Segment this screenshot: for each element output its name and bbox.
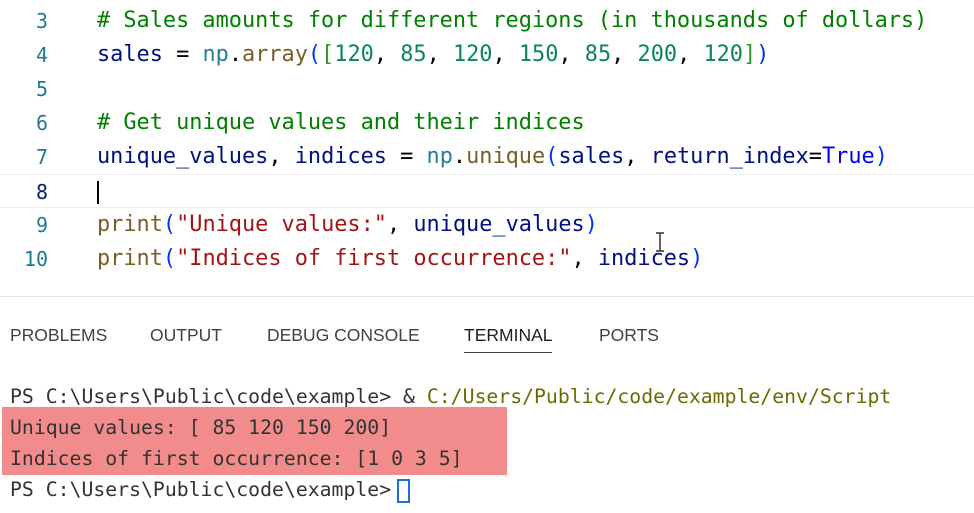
terminal-prompt: PS C:\Users\Public\code\example>: [10, 478, 392, 501]
tab-debug-console[interactable]: DEBUG CONSOLE: [267, 325, 420, 346]
line-number: 5: [35, 77, 48, 101]
code-line[interactable]: 3 # Sales amounts for different regions …: [0, 4, 974, 38]
code-text[interactable]: # Sales amounts for different regions (i…: [97, 4, 927, 38]
code-line[interactable]: 6 # Get unique values and their indices: [0, 106, 974, 140]
mouse-ibeam-icon: [656, 232, 664, 252]
tab-terminal[interactable]: TERMINAL: [464, 325, 553, 353]
terminal-output-line: Indices of first occurrence: [1 0 3 5]: [10, 447, 463, 470]
terminal-output-line: Unique values: [ 85 120 150 200]: [10, 416, 392, 439]
line-number: 6: [35, 111, 48, 135]
code-line[interactable]: 10 print("Indices of first occurrence:",…: [0, 242, 974, 276]
active-tab-indicator: [464, 352, 553, 353]
terminal-command-path: C:/Users/Public/code/example/env/Script: [426, 385, 892, 408]
code-text[interactable]: # Get unique values and their indices: [97, 106, 585, 140]
terminal-command-operator: &: [391, 385, 427, 408]
code-line[interactable]: 9 print("Unique values:", unique_values): [0, 208, 974, 242]
bottom-panel: PROBLEMS OUTPUT DEBUG CONSOLE TERMINAL P…: [0, 296, 974, 513]
line-number: 9: [35, 213, 48, 237]
code-text[interactable]: sales = np.array([120, 85, 120, 150, 85,…: [97, 38, 769, 72]
panel-tabs: PROBLEMS OUTPUT DEBUG CONSOLE TERMINAL P…: [0, 297, 974, 367]
code-text[interactable]: unique_values, indices = np.unique(sales…: [97, 140, 888, 174]
code-text[interactable]: print("Indices of first occurrence:", in…: [97, 242, 703, 276]
terminal-output[interactable]: PS C:\Users\Public\code\example> & C:/Us…: [0, 367, 974, 513]
tab-output[interactable]: OUTPUT: [150, 325, 222, 346]
tab-ports[interactable]: PORTS: [599, 325, 659, 346]
line-number: 4: [35, 43, 48, 67]
code-line[interactable]: 7 unique_values, indices = np.unique(sal…: [0, 140, 974, 174]
terminal-prompt: PS C:\Users\Public\code\example>: [10, 385, 392, 408]
code-text[interactable]: print("Unique values:", unique_values): [97, 208, 598, 242]
terminal-cursor: [397, 478, 411, 503]
line-number: 7: [35, 145, 48, 169]
terminal-command-line: PS C:\Users\Public\code\example> & C:/Us…: [10, 381, 891, 412]
line-number: 10: [23, 247, 48, 271]
tab-problems[interactable]: PROBLEMS: [10, 325, 107, 346]
tab-terminal-label: TERMINAL: [464, 325, 553, 345]
code-line[interactable]: 4 sales = np.array([120, 85, 120, 150, 8…: [0, 38, 974, 72]
line-number: 3: [35, 9, 48, 33]
line-number: 8: [35, 180, 48, 204]
terminal-prompt-line[interactable]: PS C:\Users\Public\code\example>: [10, 474, 411, 505]
code-line[interactable]: 5: [0, 72, 974, 106]
code-editor[interactable]: 3 # Sales amounts for different regions …: [0, 0, 974, 296]
text-caret: [97, 181, 99, 204]
code-line-current[interactable]: 8: [0, 174, 974, 208]
